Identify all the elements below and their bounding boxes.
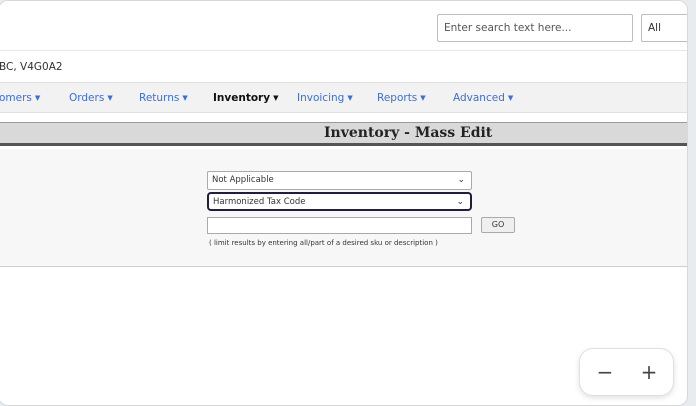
nav-item-advanced[interactable]: Advanced ▼ <box>453 83 513 113</box>
field-select[interactable]: Not Applicable ⌄ <box>207 171 472 190</box>
nav-item-customers[interactable]: omers ▼ <box>0 83 40 113</box>
top-bar: Enter search text here... All <box>0 1 687 51</box>
caret-down-icon: ▼ <box>507 94 514 102</box>
attribute-select[interactable]: Harmonized Tax Code ⌄ <box>207 192 472 211</box>
caret-down-icon: ▼ <box>34 94 41 102</box>
chevron-down-icon: ⌄ <box>457 175 465 185</box>
search-scope-select[interactable]: All <box>641 14 687 42</box>
nav-item-returns[interactable]: Returns ▼ <box>139 83 188 113</box>
chevron-down-icon: ⌄ <box>456 197 464 207</box>
nav-item-reports[interactable]: Reports ▼ <box>377 83 426 113</box>
caret-down-icon: ▼ <box>182 94 188 102</box>
attribute-select-value: Harmonized Tax Code <box>213 197 306 207</box>
app-window: Enter search text here... All BC, V4G0A2… <box>0 0 688 406</box>
nav-item-label: Inventory <box>213 92 271 104</box>
nav-item-label: Orders <box>69 92 105 104</box>
nav-item-label: Invoicing <box>297 92 345 104</box>
nav-item-label: Advanced <box>453 92 505 104</box>
main-nav: omers ▼ Orders ▼ Returns ▼ Inventory ▼ Invoi… <box>0 82 687 113</box>
page-title: Inventory - Mass Edit <box>324 125 493 141</box>
caret-down-icon: ▼ <box>107 94 113 102</box>
nav-item-label: Reports <box>377 92 418 104</box>
nav-item-label: Returns <box>139 92 180 104</box>
field-select-value: Not Applicable <box>212 175 274 185</box>
zoom-out-button[interactable]: − <box>590 357 620 387</box>
caret-down-icon: ▼ <box>347 94 353 102</box>
nav-item-invoicing[interactable]: Invoicing ▼ <box>297 83 353 113</box>
go-button[interactable]: GO <box>481 217 515 233</box>
page-title-bar: Inventory - Mass Edit <box>0 122 687 146</box>
caret-down-icon: ▼ <box>273 94 279 102</box>
nav-item-orders[interactable]: Orders ▼ <box>69 83 113 113</box>
zoom-in-button[interactable]: + <box>634 357 664 387</box>
nav-item-label: omers <box>0 92 32 104</box>
search-input[interactable]: Enter search text here... <box>437 14 633 42</box>
zoom-control: − + <box>579 348 674 396</box>
address-text: BC, V4G0A2 <box>0 61 63 73</box>
search-hint: ( limit results by entering all/part of … <box>209 239 438 247</box>
sku-search-input[interactable] <box>207 217 472 234</box>
nav-item-inventory[interactable]: Inventory ▼ <box>213 83 278 113</box>
caret-down-icon: ▼ <box>420 94 426 102</box>
